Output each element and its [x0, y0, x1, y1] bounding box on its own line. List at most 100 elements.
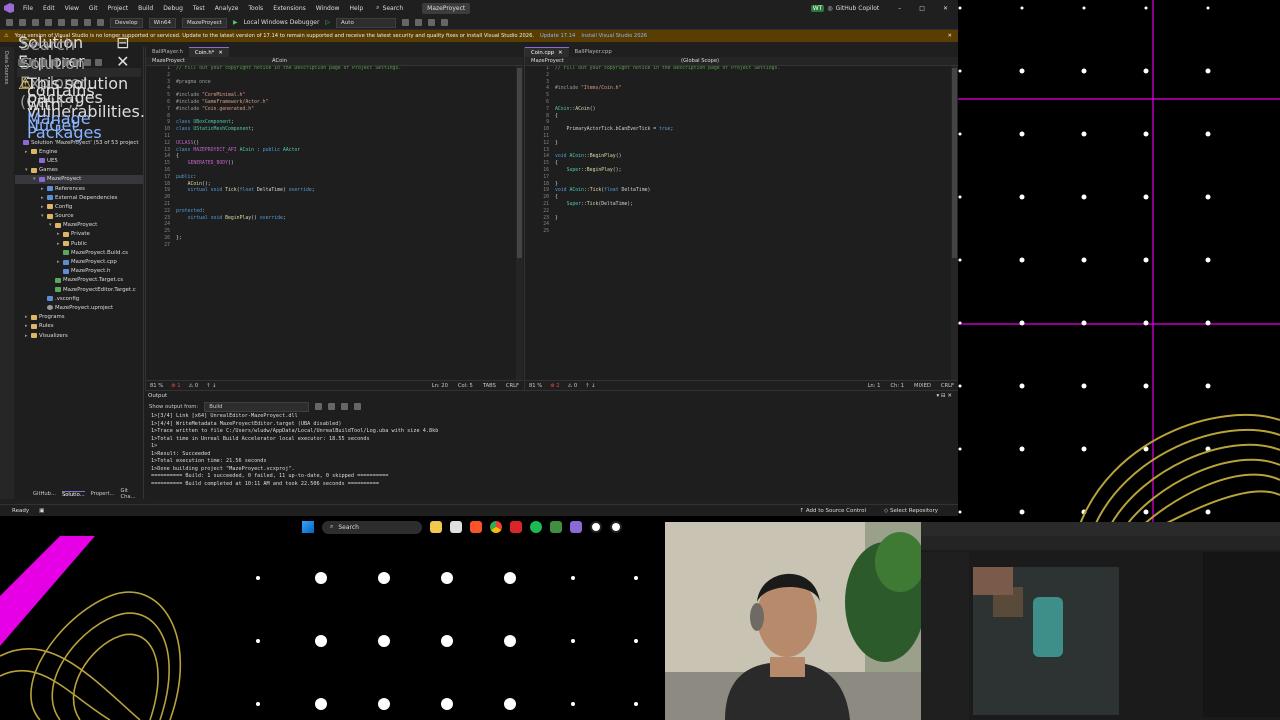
tree-item[interactable]: ▸ Config [15, 202, 143, 211]
code-line[interactable]: protected: [176, 209, 523, 216]
code-line[interactable]: UCLASS() [176, 141, 523, 148]
tree-item[interactable]: ▸ MazeProyect.cpp [15, 257, 143, 266]
menu-extensions[interactable]: Extensions [273, 5, 306, 12]
editor-tab[interactable]: BallPlayer.h [146, 47, 189, 57]
nav-scope-dropdown[interactable]: (Global Scope) [675, 58, 825, 64]
unreal-icon[interactable] [590, 521, 602, 533]
bottom-tab[interactable]: Propert... [91, 491, 115, 497]
bottom-tab[interactable]: Solutio... [61, 490, 85, 498]
save-all-icon[interactable] [71, 19, 78, 26]
word-wrap-icon[interactable] [341, 403, 349, 410]
redo-icon[interactable] [97, 19, 104, 26]
menu-tools[interactable]: Tools [248, 5, 263, 12]
nav-arrows-icon[interactable]: ↑ ↓ [585, 383, 595, 389]
store-icon[interactable] [450, 521, 462, 533]
line-endings[interactable]: CRLF [506, 383, 519, 389]
code-line[interactable]: #include "Items/Coin.h" [555, 86, 958, 93]
close-icon[interactable]: ▾ ⊟ ✕ [937, 393, 952, 399]
code-line[interactable]: Super::Tick(DeltaTime); [555, 202, 958, 209]
code-line[interactable]: } [555, 141, 958, 148]
code-line[interactable]: { [555, 161, 958, 168]
tree-item[interactable]: MazeProyect.uproject [15, 303, 143, 312]
menu-project[interactable]: Project [108, 5, 129, 12]
menu-build[interactable]: Build [138, 5, 153, 12]
code-line[interactable] [555, 73, 958, 80]
line-endings[interactable]: CRLF [941, 383, 954, 389]
mode-dropdown[interactable]: Auto [336, 17, 397, 28]
code-line[interactable]: GENERATED_BODY() [176, 161, 523, 168]
manage-nuget-link[interactable]: Manage NuGet Packages [27, 109, 102, 142]
debugger-button[interactable]: Local Windows Debugger [244, 19, 320, 26]
vertical-scrollbar[interactable] [951, 66, 958, 380]
search-menu[interactable]: ⌕ Search [376, 4, 403, 12]
warning-count[interactable]: ⚠ 0 [189, 383, 199, 389]
code-line[interactable] [555, 175, 958, 182]
menu-debug[interactable]: Debug [163, 5, 183, 12]
code-line[interactable] [176, 202, 523, 209]
tree-item[interactable]: MazeProyect.Build.cs [15, 248, 143, 257]
code-editor[interactable]: 1 2 3 4 5 6 7 8 9 10 11 12 13 14 15 16 17 18 19 20 21 22 23 24 2… [525, 66, 958, 380]
maximize-icon[interactable]: □ [919, 5, 925, 12]
code-line[interactable] [176, 168, 523, 175]
tree-item[interactable]: ▾ Games [15, 166, 143, 175]
warning-count[interactable]: ⚠ 0 [568, 383, 578, 389]
undo-icon[interactable] [84, 19, 91, 26]
taskbar-search[interactable]: ⌕ Search [322, 520, 422, 534]
nav-arrows-icon[interactable]: ↑ ↓ [206, 383, 216, 389]
tree-item[interactable]: ▸ Engine [15, 147, 143, 156]
refresh-icon[interactable] [402, 19, 410, 26]
tree-item[interactable]: ▸ Visualizers [15, 331, 143, 340]
update-link[interactable]: Update 17.14 [540, 33, 575, 39]
nav-project-dropdown[interactable]: MazeProyect [525, 58, 675, 64]
menu-window[interactable]: Window [316, 5, 340, 12]
error-count[interactable]: ⊗ 1 [171, 383, 180, 389]
new-file-icon[interactable] [32, 19, 39, 26]
tree-item[interactable]: UE5 [15, 156, 143, 165]
menu-git[interactable]: Git [89, 5, 98, 12]
code-line[interactable]: { [555, 195, 958, 202]
output-text[interactable]: 1>[3/4] Link [x64] UnrealEditor-MazeProy… [145, 413, 958, 488]
play-icon[interactable]: ▶ [233, 19, 238, 26]
close-tab-icon[interactable]: ✕ [218, 50, 222, 56]
select-repository[interactable]: ◇ Select Repository [884, 508, 938, 514]
tree-item[interactable]: ▾ MazeProyect [15, 174, 143, 184]
back-icon[interactable] [6, 19, 13, 26]
close-tab-icon[interactable]: ✕ [558, 50, 562, 56]
tree-item[interactable]: ▸ References [15, 184, 143, 193]
code-line[interactable]: PrimaryActorTick.bCanEverTick = true; [555, 127, 958, 134]
settings-icon[interactable] [354, 403, 362, 410]
code-line[interactable]: public: [176, 175, 523, 182]
code-line[interactable]: #include "Coin.generated.h" [176, 107, 523, 114]
tabs-mode[interactable]: MIXED [914, 383, 931, 389]
code-line[interactable]: Super::BeginPlay(); [555, 168, 958, 175]
nav-scope-dropdown[interactable]: ACoin [266, 58, 386, 64]
startup-project-dropdown[interactable]: MazeProyect [182, 17, 227, 28]
copilot-button[interactable]: WT ◎ GitHub Copilot [810, 4, 879, 12]
error-count[interactable]: ⊗ 2 [550, 383, 559, 389]
run-without-debug-icon[interactable]: ▷ [325, 19, 330, 26]
find-icon[interactable] [315, 403, 323, 410]
app-icon-green[interactable] [550, 521, 562, 533]
code-line[interactable] [176, 222, 523, 229]
code-line[interactable] [176, 73, 523, 80]
menu-view[interactable]: View [65, 5, 79, 12]
tree-item[interactable]: MazeProyectEditor.Target.c [15, 285, 143, 294]
code-line[interactable]: // Fill out your copyright notice in the… [555, 66, 958, 73]
add-to-source-control[interactable]: ↑ Add to Source Control [800, 508, 867, 514]
visual-studio-icon[interactable] [570, 521, 582, 533]
code-line[interactable] [176, 243, 523, 250]
unreal-editor-icon[interactable] [610, 521, 622, 533]
config-dropdown[interactable]: Develop [110, 17, 143, 28]
forward-icon[interactable] [19, 19, 26, 26]
chrome-icon[interactable] [490, 521, 502, 533]
editor-tab[interactable]: Coin.cpp ✕ [525, 47, 569, 57]
tabs-mode[interactable]: TABS [483, 383, 496, 389]
tree-item[interactable]: .vsconfig [15, 294, 143, 303]
bookmark-icon[interactable] [428, 19, 436, 26]
code-line[interactable] [555, 134, 958, 141]
tree-item[interactable]: ▾ MazeProyect [15, 221, 143, 230]
zoom-level[interactable]: 81 % [529, 383, 542, 389]
app-icon-red[interactable] [510, 521, 522, 533]
tree-item[interactable]: ▾ Source [15, 212, 143, 221]
code-line[interactable]: #include "GameFramework/Actor.h" [176, 100, 523, 107]
